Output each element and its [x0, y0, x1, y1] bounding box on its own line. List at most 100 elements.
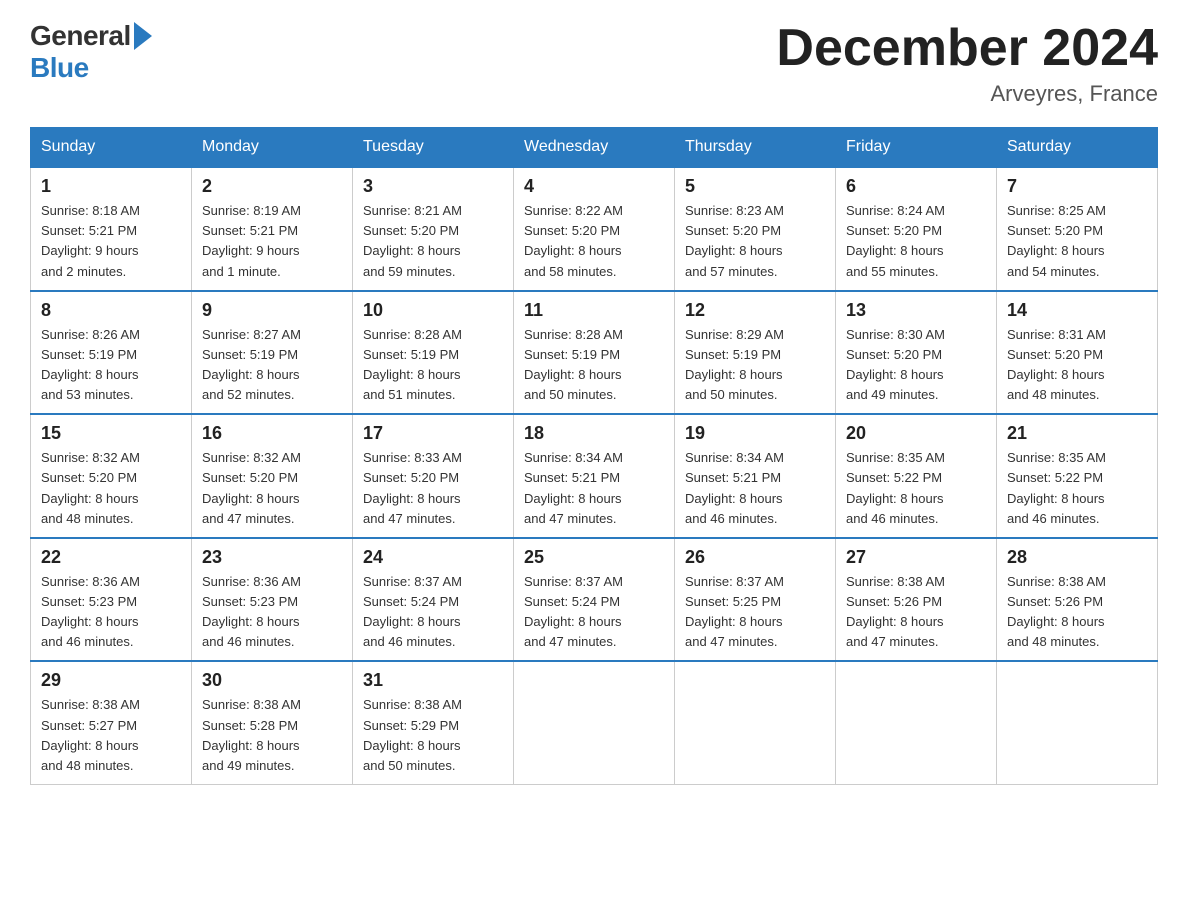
day-number: 31: [363, 670, 503, 691]
week-row-4: 22 Sunrise: 8:36 AM Sunset: 5:23 PM Dayli…: [31, 538, 1158, 662]
day-info: Sunrise: 8:32 AM Sunset: 5:20 PM Dayligh…: [202, 448, 342, 529]
week-row-2: 8Sunrise: 8:26 AM Sunset: 5:19 PM Daylig…: [31, 291, 1158, 415]
table-row: [836, 661, 997, 784]
table-row: 1 Sunrise: 8:18 AM Sunset: 5:21 PM Daylig…: [31, 167, 192, 291]
day-info: Sunrise: 8:26 AM Sunset: 5:19 PM Dayligh…: [41, 325, 181, 406]
table-row: 5 Sunrise: 8:23 AM Sunset: 5:20 PM Daylig…: [675, 167, 836, 291]
table-row: 29 Sunrise: 8:38 AM Sunset: 5:27 PM Dayli…: [31, 661, 192, 784]
table-row: 16 Sunrise: 8:32 AM Sunset: 5:20 PM Dayli…: [192, 414, 353, 538]
day-number: 4: [524, 176, 664, 197]
day-number: 14: [1007, 300, 1147, 321]
day-number: 1: [41, 176, 181, 197]
day-info: Sunrise: 8:36 AM Sunset: 5:23 PM Dayligh…: [202, 572, 342, 653]
table-row: 15Sunrise: 8:32 AM Sunset: 5:20 PM Dayli…: [31, 414, 192, 538]
day-info: Sunrise: 8:25 AM Sunset: 5:20 PM Dayligh…: [1007, 201, 1147, 282]
day-info: Sunrise: 8:21 AM Sunset: 5:20 PM Dayligh…: [363, 201, 503, 282]
day-number: 21: [1007, 423, 1147, 444]
day-number: 22: [41, 547, 181, 568]
week-row-1: 1 Sunrise: 8:18 AM Sunset: 5:21 PM Daylig…: [31, 167, 1158, 291]
day-number: 5: [685, 176, 825, 197]
day-number: 17: [363, 423, 503, 444]
page-header: General Blue December 2024 Arveyres, Fra…: [30, 20, 1158, 107]
day-number: 30: [202, 670, 342, 691]
day-number: 25: [524, 547, 664, 568]
day-number: 3: [363, 176, 503, 197]
day-number: 9: [202, 300, 342, 321]
day-info: Sunrise: 8:18 AM Sunset: 5:21 PM Dayligh…: [41, 201, 181, 282]
table-row: 3 Sunrise: 8:21 AM Sunset: 5:20 PM Daylig…: [353, 167, 514, 291]
table-row: 8Sunrise: 8:26 AM Sunset: 5:19 PM Daylig…: [31, 291, 192, 415]
day-info: Sunrise: 8:29 AM Sunset: 5:19 PM Dayligh…: [685, 325, 825, 406]
day-info: Sunrise: 8:35 AM Sunset: 5:22 PM Dayligh…: [846, 448, 986, 529]
day-number: 18: [524, 423, 664, 444]
table-row: 23 Sunrise: 8:36 AM Sunset: 5:23 PM Dayli…: [192, 538, 353, 662]
day-of-week-friday: Friday: [836, 128, 997, 168]
day-info: Sunrise: 8:28 AM Sunset: 5:19 PM Dayligh…: [363, 325, 503, 406]
table-row: 12Sunrise: 8:29 AM Sunset: 5:19 PM Dayli…: [675, 291, 836, 415]
day-info: Sunrise: 8:23 AM Sunset: 5:20 PM Dayligh…: [685, 201, 825, 282]
day-info: Sunrise: 8:35 AM Sunset: 5:22 PM Dayligh…: [1007, 448, 1147, 529]
week-row-3: 15 Sunrise: 8:32 AM Sunset: 5:20 PM Dayli…: [31, 414, 1158, 538]
day-of-week-tuesday: Tuesday: [353, 128, 514, 168]
table-row: 25 Sunrise: 8:37 AM Sunset: 5:24 PM Dayli…: [514, 538, 675, 662]
day-info: Sunrise: 8:22 AM Sunset: 5:20 PM Dayligh…: [524, 201, 664, 282]
table-row: 13 Sunrise: 8:30 AM Sunset: 5:20 PM Dayli…: [836, 291, 997, 415]
day-number: 24: [363, 547, 503, 568]
day-number: 2: [202, 176, 342, 197]
day-info: Sunrise: 8:31 AM Sunset: 5:20 PM Dayligh…: [1007, 325, 1147, 406]
calendar-header: SundayMondayTuesdayWednesdayThursdayFrid…: [31, 128, 1158, 168]
table-row: 9Sunrise: 8:27 AM Sunset: 5:19 PM Daylig…: [192, 291, 353, 415]
table-row: 19Sunrise: 8:34 AM Sunset: 5:21 PM Dayli…: [675, 414, 836, 538]
table-row: 27 Sunrise: 8:38 AM Sunset: 5:26 PM Dayli…: [836, 538, 997, 662]
logo-general-text: General: [30, 20, 131, 52]
day-number: 27: [846, 547, 986, 568]
table-row: 20Sunrise: 8:35 AM Sunset: 5:22 PM Dayli…: [836, 414, 997, 538]
table-row: 26 Sunrise: 8:37 AM Sunset: 5:25 PM Dayli…: [675, 538, 836, 662]
table-row: [514, 661, 675, 784]
table-row: 28 Sunrise: 8:38 AM Sunset: 5:26 PM Dayli…: [997, 538, 1158, 662]
calendar-body: 1 Sunrise: 8:18 AM Sunset: 5:21 PM Daylig…: [31, 167, 1158, 784]
table-row: 7 Sunrise: 8:25 AM Sunset: 5:20 PM Daylig…: [997, 167, 1158, 291]
day-number: 28: [1007, 547, 1147, 568]
table-row: 10Sunrise: 8:28 AM Sunset: 5:19 PM Dayli…: [353, 291, 514, 415]
day-info: Sunrise: 8:34 AM Sunset: 5:21 PM Dayligh…: [524, 448, 664, 529]
logo-arrow-icon: [134, 22, 152, 50]
day-of-week-sunday: Sunday: [31, 128, 192, 168]
day-info: Sunrise: 8:38 AM Sunset: 5:26 PM Dayligh…: [1007, 572, 1147, 653]
day-number: 15: [41, 423, 181, 444]
day-number: 16: [202, 423, 342, 444]
day-number: 29: [41, 670, 181, 691]
table-row: 18 Sunrise: 8:34 AM Sunset: 5:21 PM Dayli…: [514, 414, 675, 538]
day-info: Sunrise: 8:24 AM Sunset: 5:20 PM Dayligh…: [846, 201, 986, 282]
day-number: 13: [846, 300, 986, 321]
calendar-table: SundayMondayTuesdayWednesdayThursdayFrid…: [30, 127, 1158, 785]
table-row: 14 Sunrise: 8:31 AM Sunset: 5:20 PM Dayli…: [997, 291, 1158, 415]
day-info: Sunrise: 8:38 AM Sunset: 5:27 PM Dayligh…: [41, 695, 181, 776]
days-of-week-row: SundayMondayTuesdayWednesdayThursdayFrid…: [31, 128, 1158, 168]
month-title: December 2024: [776, 20, 1158, 77]
table-row: 21 Sunrise: 8:35 AM Sunset: 5:22 PM Dayli…: [997, 414, 1158, 538]
day-info: Sunrise: 8:30 AM Sunset: 5:20 PM Dayligh…: [846, 325, 986, 406]
day-of-week-monday: Monday: [192, 128, 353, 168]
logo: General Blue: [30, 20, 152, 84]
location-label: Arveyres, France: [776, 81, 1158, 107]
table-row: 30Sunrise: 8:38 AM Sunset: 5:28 PM Dayli…: [192, 661, 353, 784]
table-row: 6 Sunrise: 8:24 AM Sunset: 5:20 PM Daylig…: [836, 167, 997, 291]
day-info: Sunrise: 8:37 AM Sunset: 5:24 PM Dayligh…: [363, 572, 503, 653]
day-number: 23: [202, 547, 342, 568]
day-of-week-wednesday: Wednesday: [514, 128, 675, 168]
title-section: December 2024 Arveyres, France: [776, 20, 1158, 107]
day-number: 7: [1007, 176, 1147, 197]
day-info: Sunrise: 8:38 AM Sunset: 5:26 PM Dayligh…: [846, 572, 986, 653]
day-info: Sunrise: 8:38 AM Sunset: 5:29 PM Dayligh…: [363, 695, 503, 776]
table-row: 17Sunrise: 8:33 AM Sunset: 5:20 PM Dayli…: [353, 414, 514, 538]
day-number: 19: [685, 423, 825, 444]
day-info: Sunrise: 8:37 AM Sunset: 5:25 PM Dayligh…: [685, 572, 825, 653]
day-info: Sunrise: 8:37 AM Sunset: 5:24 PM Dayligh…: [524, 572, 664, 653]
table-row: 4 Sunrise: 8:22 AM Sunset: 5:20 PM Daylig…: [514, 167, 675, 291]
table-row: 31 Sunrise: 8:38 AM Sunset: 5:29 PM Dayli…: [353, 661, 514, 784]
day-number: 6: [846, 176, 986, 197]
table-row: 24 Sunrise: 8:37 AM Sunset: 5:24 PM Dayli…: [353, 538, 514, 662]
day-info: Sunrise: 8:28 AM Sunset: 5:19 PM Dayligh…: [524, 325, 664, 406]
day-number: 26: [685, 547, 825, 568]
